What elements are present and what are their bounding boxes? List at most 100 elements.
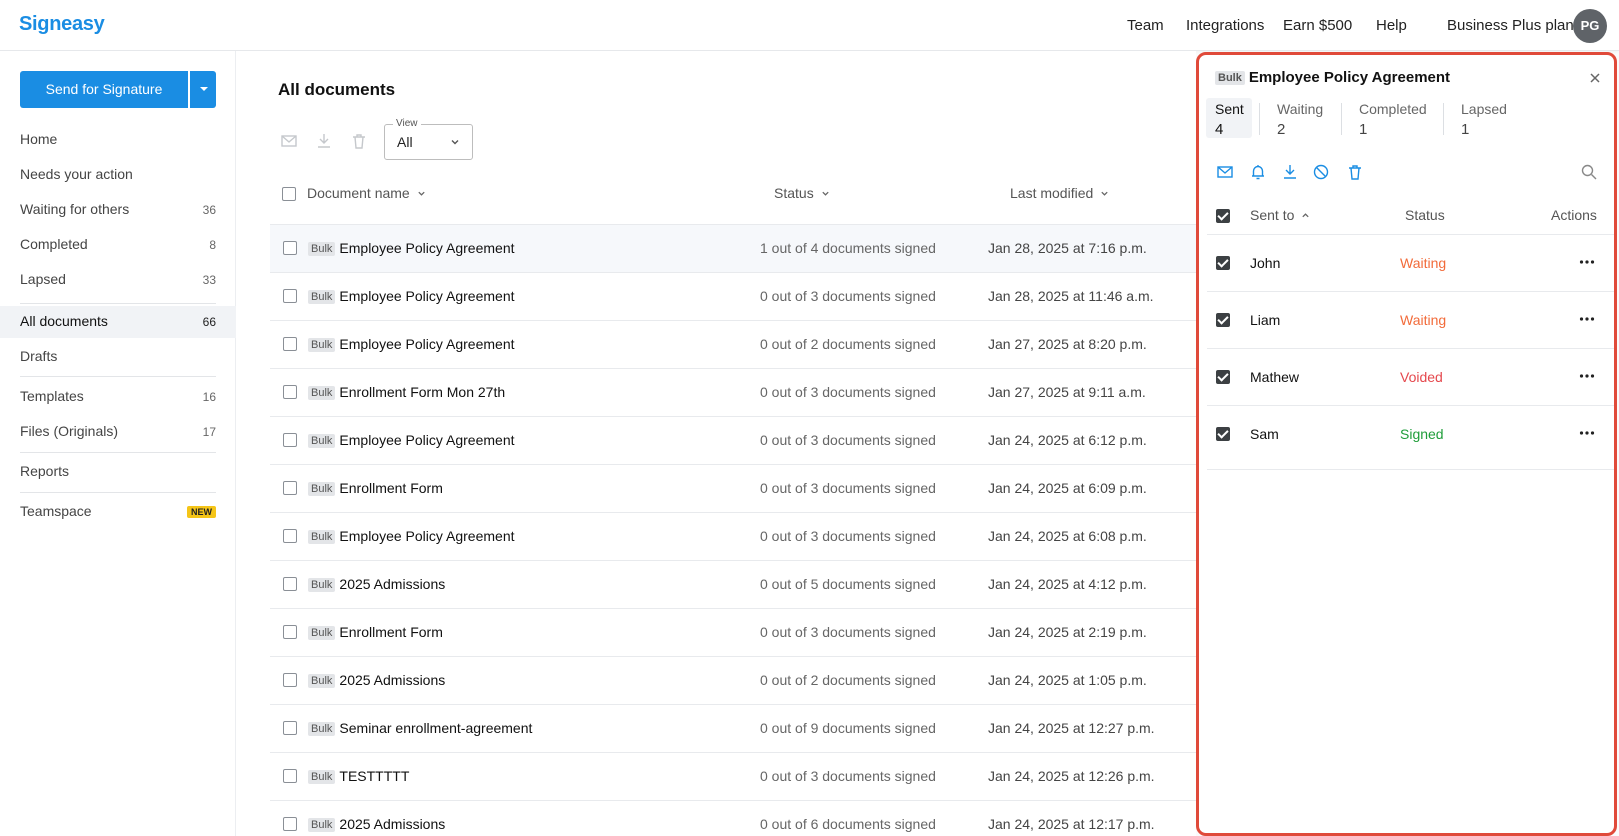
table-row[interactable]: Bulk Enrollment Form 0 out of 3 documents … (270, 464, 1196, 512)
recipient-checkbox[interactable] (1216, 313, 1230, 327)
table-row[interactable]: Bulk Employee Policy Agreement 0 out of 3 … (270, 512, 1196, 560)
plan-label[interactable]: Business Plus plan (1447, 17, 1574, 34)
trash-icon[interactable] (1346, 163, 1364, 181)
app-logo[interactable]: Signeasy (19, 13, 105, 36)
email-icon[interactable] (280, 132, 298, 150)
download-icon[interactable] (315, 132, 333, 150)
sidebar-item-drafts[interactable]: Drafts (0, 342, 236, 372)
table-row[interactable]: Bulk 2025 Admissions 0 out of 2 documents … (270, 656, 1196, 704)
sidebar-item-completed[interactable]: Completed 8 (0, 230, 236, 260)
document-name-text: Employee Policy Agreement (339, 528, 515, 544)
column-header-status[interactable]: Status (774, 185, 830, 201)
document-name: Bulk 2025 Admissions (308, 816, 445, 832)
document-modified: Jan 27, 2025 at 9:11 a.m. (988, 384, 1146, 400)
row-checkbox[interactable] (283, 673, 297, 687)
document-status: 0 out of 3 documents signed (760, 624, 936, 640)
document-name-text: Enrollment Form Mon 27th (339, 384, 506, 400)
table-row[interactable]: Bulk Employee Policy Agreement 0 out of 3 … (270, 416, 1196, 464)
page-title: All documents (278, 80, 396, 99)
view-select[interactable]: View All (384, 118, 473, 160)
recipient-row[interactable]: Liam Waiting (1207, 291, 1614, 347)
column-header-modified[interactable]: Last modified (1010, 185, 1109, 201)
sort-chevron-icon (1101, 191, 1108, 196)
recipient-checkbox[interactable] (1216, 256, 1230, 270)
sidebar-item-reports[interactable]: Reports (0, 457, 236, 487)
trash-icon[interactable] (350, 132, 368, 150)
recipient-checkbox[interactable] (1216, 427, 1230, 441)
tab-completed[interactable]: Completed 1 (1350, 98, 1440, 138)
bulk-tag: Bulk (308, 290, 336, 304)
table-row[interactable]: Bulk TESTTTTT 0 out of 3 documents signed J… (270, 752, 1196, 800)
row-checkbox[interactable] (283, 625, 297, 639)
sidebar-item-teamspace[interactable]: Teamspace NEW (0, 497, 236, 527)
document-name-text: Employee Policy Agreement (339, 432, 515, 448)
row-checkbox[interactable] (283, 385, 297, 399)
document-name-text: 2025 Admissions (339, 576, 446, 592)
row-checkbox[interactable] (283, 817, 297, 831)
sidebar-item-templates[interactable]: Templates 16 (0, 382, 236, 412)
sidebar: Send for Signature Home Needs your actio… (0, 51, 236, 836)
send-for-signature-button[interactable]: Send for Signature (20, 71, 188, 108)
recipient-checkbox[interactable] (1216, 370, 1230, 384)
more-actions-icon[interactable] (1578, 426, 1596, 440)
table-row[interactable]: Bulk Employee Policy Agreement 0 out of 2 … (270, 320, 1196, 368)
document-name: Bulk Seminar enrollment-agreement (308, 720, 532, 736)
nav-earn-link[interactable]: Earn $500 (1283, 17, 1352, 34)
row-checkbox[interactable] (283, 241, 297, 255)
recipient-row[interactable]: Sam Signed (1207, 405, 1614, 461)
sidebar-item-files[interactable]: Files (Originals) 17 (0, 417, 236, 447)
more-actions-icon[interactable] (1578, 369, 1596, 383)
sidebar-item-needs-action[interactable]: Needs your action (0, 160, 236, 190)
sidebar-item-count: 36 (202, 203, 216, 217)
document-name-text: Employee Policy Agreement (339, 336, 515, 352)
sidebar-item-label: All documents (20, 313, 108, 329)
user-avatar[interactable]: PG (1573, 9, 1607, 43)
more-actions-icon[interactable] (1578, 312, 1596, 326)
void-icon[interactable] (1312, 163, 1330, 181)
tab-lapsed[interactable]: Lapsed 1 (1452, 98, 1522, 138)
recipient-row[interactable]: Mathew Voided (1207, 348, 1614, 404)
table-row[interactable]: Bulk 2025 Admissions 0 out of 6 documents … (270, 800, 1196, 836)
tab-sent[interactable]: Sent 4 (1206, 98, 1252, 138)
sidebar-item-lapsed[interactable]: Lapsed 33 (0, 265, 236, 295)
row-checkbox[interactable] (283, 289, 297, 303)
sidebar-item-waiting[interactable]: Waiting for others 36 (0, 195, 236, 225)
row-checkbox[interactable] (283, 337, 297, 351)
table-row[interactable]: Bulk Enrollment Form Mon 27th 0 out of 3 d… (270, 368, 1196, 416)
recipient-row[interactable]: John Waiting (1207, 234, 1614, 290)
nav-help-link[interactable]: Help (1376, 17, 1407, 34)
row-checkbox[interactable] (283, 769, 297, 783)
close-icon[interactable] (1588, 71, 1602, 85)
row-checkbox[interactable] (283, 481, 297, 495)
table-row[interactable]: Bulk Enrollment Form 0 out of 3 documents … (270, 608, 1196, 656)
row-checkbox[interactable] (283, 577, 297, 591)
download-icon[interactable] (1281, 163, 1299, 181)
table-row[interactable]: Bulk 2025 Admissions 0 out of 5 documents … (270, 560, 1196, 608)
document-modified: Jan 24, 2025 at 4:12 p.m. (988, 576, 1147, 592)
nav-integrations-link[interactable]: Integrations (1186, 17, 1264, 34)
search-icon[interactable] (1580, 163, 1598, 181)
sidebar-item-home[interactable]: Home (0, 125, 236, 155)
table-row[interactable]: Bulk Employee Policy Agreement 1 out of 4 … (270, 224, 1196, 272)
send-options-dropdown-button[interactable] (190, 71, 216, 108)
select-all-checkbox[interactable] (282, 187, 296, 201)
document-modified: Jan 27, 2025 at 8:20 p.m. (988, 336, 1147, 352)
select-all-recipients-checkbox[interactable] (1216, 209, 1230, 223)
row-checkbox[interactable] (283, 721, 297, 735)
row-checkbox[interactable] (283, 433, 297, 447)
table-row[interactable]: Bulk Seminar enrollment-agreement 0 out of… (270, 704, 1196, 752)
column-header-name[interactable]: Document name (307, 185, 426, 201)
reminder-bell-icon[interactable] (1249, 163, 1267, 181)
row-checkbox[interactable] (283, 529, 297, 543)
column-header-sent-to[interactable]: Sent to (1250, 207, 1310, 223)
table-row[interactable]: Bulk Employee Policy Agreement 0 out of 3 … (270, 272, 1196, 320)
nav-team-link[interactable]: Team (1127, 17, 1164, 34)
documents-main: All documents View All Document name Sta… (236, 51, 1196, 836)
email-icon[interactable] (1216, 163, 1234, 181)
sidebar-item-all-documents[interactable]: All documents 66 (0, 306, 236, 338)
more-actions-icon[interactable] (1578, 255, 1596, 269)
tab-waiting[interactable]: Waiting 2 (1268, 98, 1338, 138)
column-header-label: Sent to (1250, 207, 1295, 223)
document-name: Bulk 2025 Admissions (308, 576, 445, 592)
bulk-tag: Bulk (308, 770, 336, 784)
